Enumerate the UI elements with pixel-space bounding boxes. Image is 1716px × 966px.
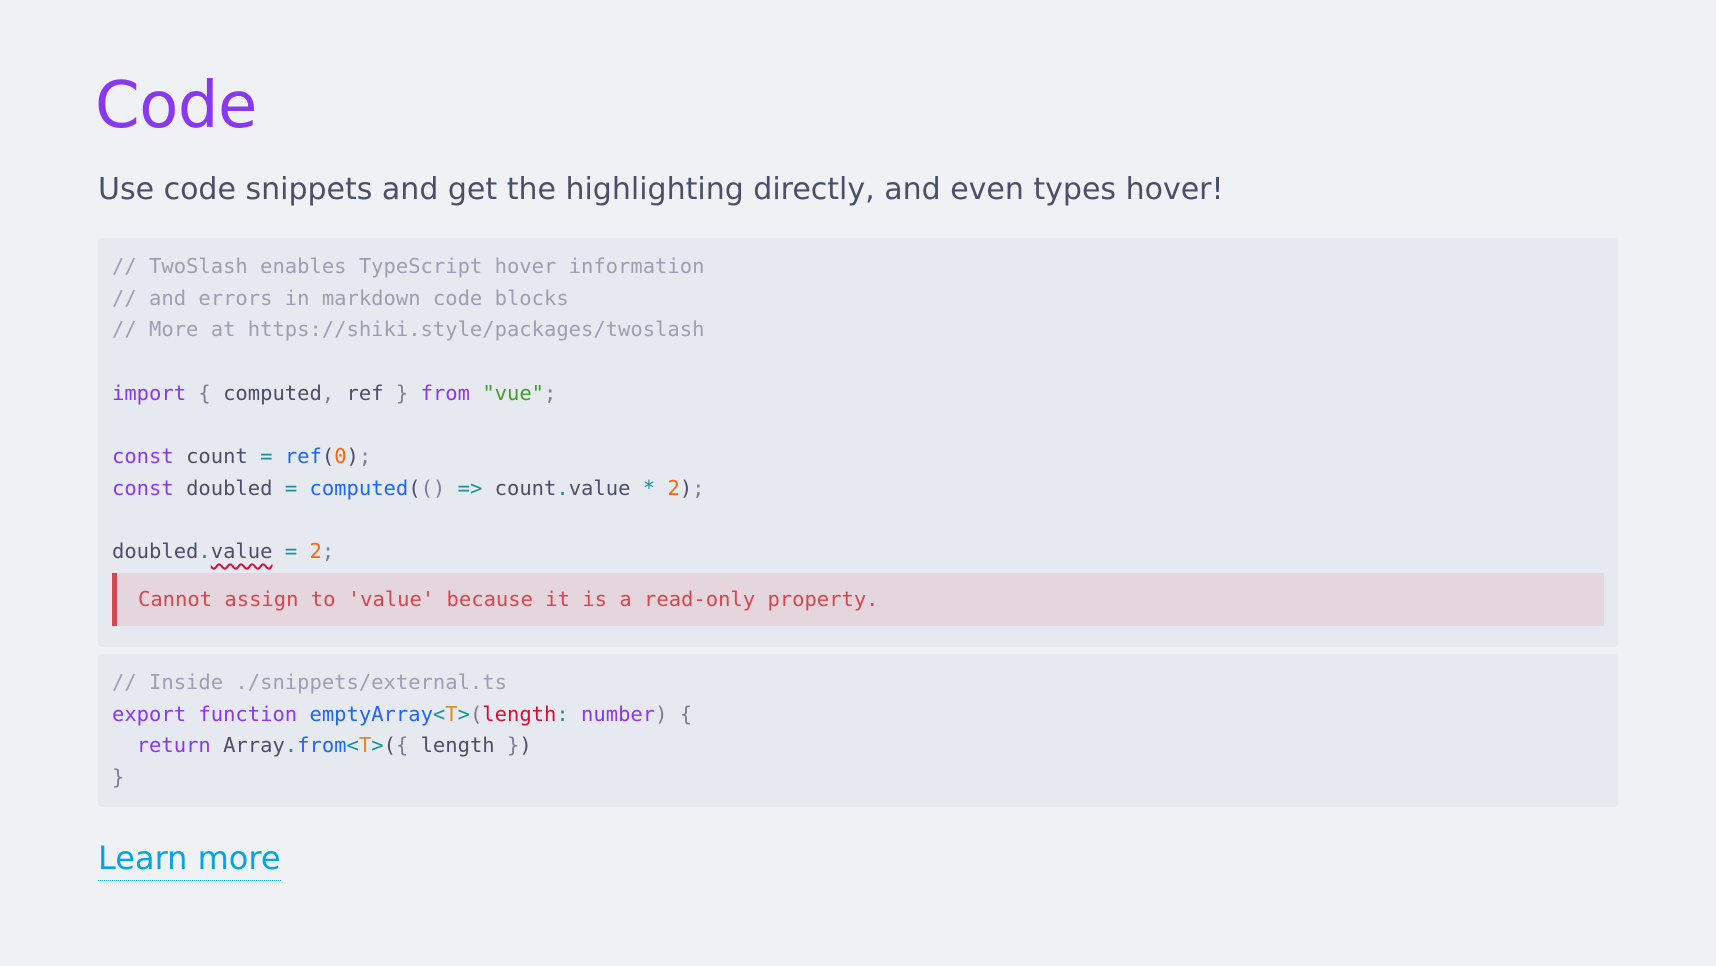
code-closing-brace-line: } <box>112 765 125 790</box>
return-keyword: return <box>136 733 211 758</box>
array-object[interactable]: Array <box>223 733 285 757</box>
length-reference[interactable]: length <box>421 733 495 757</box>
ref-function[interactable]: ref <box>285 444 322 468</box>
number-literal: 2 <box>309 539 322 564</box>
comma: , <box>321 380 347 405</box>
type-parameter[interactable]: T <box>445 702 457 726</box>
code-block-external: // Inside ./snippets/external.ts export … <box>98 654 1618 807</box>
from-method[interactable]: from <box>297 733 346 757</box>
from-keyword: from <box>420 380 470 405</box>
const-keyword: const <box>112 475 174 500</box>
value-property[interactable]: value <box>569 476 631 500</box>
assign-operator: = <box>284 475 298 500</box>
brace-close: } <box>383 380 421 405</box>
page-subtitle: Use code snippets and get the highlighti… <box>98 172 1224 207</box>
import-keyword: import <box>112 380 187 405</box>
type-parameter[interactable]: T <box>359 733 371 757</box>
code-comment-line: // Inside ./snippets/external.ts <box>112 670 507 694</box>
code-comment-line: // More at https://shiki.style/packages/… <box>112 317 705 342</box>
module-string: "vue" <box>482 380 545 405</box>
assign-operator: = <box>284 539 298 564</box>
code-const-doubled-line: const doubled = computed(() => count.val… <box>112 475 705 500</box>
multiply-operator: * <box>642 475 656 500</box>
const-keyword: const <box>112 444 174 469</box>
semicolon: ; <box>692 475 705 500</box>
code-const-count-line: const count = ref(0); <box>112 444 372 469</box>
count-reference[interactable]: count <box>495 476 557 500</box>
code-block-twoslash: // TwoSlash enables TypeScript hover inf… <box>98 238 1618 647</box>
parameter-type[interactable]: number <box>581 702 655 726</box>
import-computed[interactable]: computed <box>223 381 322 405</box>
code-comment-line: // and errors in markdown code blocks <box>112 285 569 310</box>
semicolon: ; <box>321 539 335 564</box>
code-comment-line: // TwoSlash enables TypeScript hover inf… <box>112 254 705 278</box>
brace-open: { <box>186 380 224 405</box>
function-keyword: function <box>198 701 298 726</box>
dot-operator: . <box>556 475 569 500</box>
arrow-operator: => <box>457 475 483 500</box>
assign-operator: = <box>260 444 273 469</box>
number-literal: 0 <box>334 444 347 469</box>
code-function-line: export function emptyArray<T>(length: nu… <box>112 701 693 726</box>
export-keyword: export <box>112 701 187 726</box>
count-variable[interactable]: count <box>186 444 248 468</box>
import-ref[interactable]: ref <box>347 381 384 405</box>
semicolon: ; <box>544 380 557 405</box>
code-return-line: return Array.from<T>({ length }) <box>136 733 532 758</box>
learn-more-link[interactable]: Learn more <box>98 836 281 881</box>
parameter-name[interactable]: length <box>482 702 556 726</box>
doubled-reference[interactable]: doubled <box>112 539 198 563</box>
computed-function[interactable]: computed <box>310 476 409 500</box>
page-title: Code <box>95 69 257 143</box>
function-name[interactable]: emptyArray <box>310 702 433 726</box>
number-literal: 2 <box>667 475 680 500</box>
code-assign-line: doubled.value = 2; <box>112 536 1604 568</box>
code-import-line: import { computed, ref } from "vue"; <box>112 378 1604 410</box>
error-value-property[interactable]: value <box>211 539 273 563</box>
dot-operator: . <box>198 539 211 564</box>
doubled-variable[interactable]: doubled <box>186 476 272 500</box>
error-message-box: Cannot assign to 'value' because it is a… <box>112 572 1604 626</box>
semicolon: ; <box>358 444 372 469</box>
